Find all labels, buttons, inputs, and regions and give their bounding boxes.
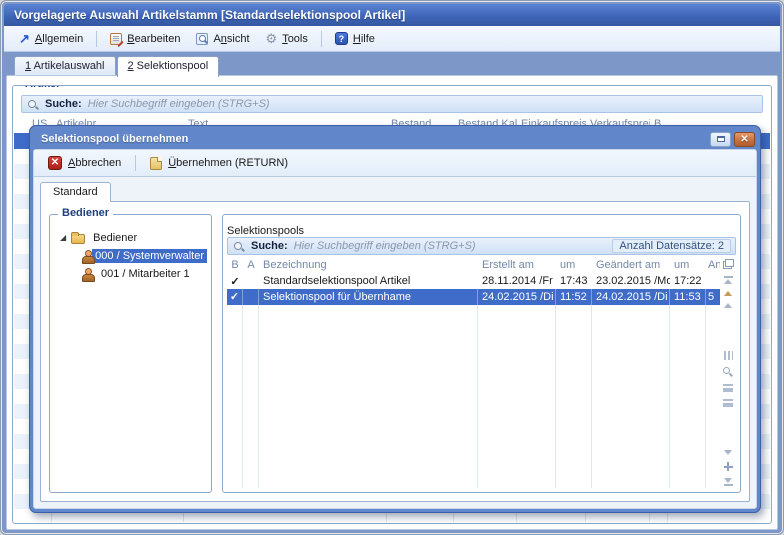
pools-table-header: B A Bezeichnung Erstellt am um Geändert …	[227, 257, 720, 273]
dialog-body: ✕ Abbrechen Übernehmen (RETURN) Standard…	[33, 149, 757, 509]
menu-bearbeiten[interactable]: Bearbeiten	[103, 30, 187, 48]
tree-item-mitarbeiter1[interactable]: 001 / Mitarbeiter 1	[54, 265, 207, 283]
pools-search-bar[interactable]: Suche: Hier Suchbegriff eingeben (STRG+S…	[227, 237, 736, 255]
tree-expander-icon[interactable]: ◢	[60, 234, 66, 242]
close-button[interactable]: ✕	[734, 132, 755, 147]
restore-icon	[717, 136, 725, 142]
tab-selektionspool[interactable]: 2 Selektionspool	[117, 56, 220, 77]
apply-button[interactable]: Übernehmen (RETURN)	[142, 154, 296, 173]
col-um-1[interactable]: um	[556, 259, 592, 271]
cancel-icon: ✕	[48, 156, 62, 170]
menu-tools[interactable]: ⚙ Tools	[259, 30, 315, 48]
artikel-search-bar[interactable]: Suche: Hier Suchbegriff eingeben (STRG+S…	[21, 95, 763, 113]
arrow-ne-icon: ↗	[19, 34, 30, 44]
menu-tools-label: Tools	[282, 33, 308, 45]
table-row-selected[interactable]: ✓ Selektionspool für Übernhame 24.02.201…	[227, 289, 720, 305]
selektionspools-group: Selektionspools Suche: Hier Suchbegriff …	[222, 214, 741, 493]
apply-label: Übernehmen (RETURN)	[168, 157, 288, 169]
pools-search-input[interactable]: Hier Suchbegriff eingeben (STRG+S)	[294, 240, 607, 252]
menu-bearbeiten-label: Bearbeiten	[127, 33, 180, 45]
selektionspool-dialog: Selektionspool übernehmen ✕ ✕ Abbrechen …	[29, 125, 761, 513]
record-count-badge: Anzahl Datensätze: 2	[612, 239, 731, 253]
main-tabstrip: 1 Artikelauswahl 2 Selektionspool	[4, 53, 780, 76]
cancel-label: Abbrechen	[68, 157, 121, 169]
tab-standard[interactable]: Standard	[40, 182, 111, 202]
menu-allgemein[interactable]: ↗ Allgemein	[12, 30, 90, 48]
help-icon: ?	[335, 32, 348, 45]
col-erstellt-am[interactable]: Erstellt am	[478, 259, 556, 271]
menu-ansicht-label: Ansicht	[213, 33, 249, 45]
scroll-up-button[interactable]	[724, 303, 732, 308]
sort-icon[interactable]	[723, 399, 733, 407]
tree-item-systemverwalter[interactable]: 000 / Systemverwalter	[54, 247, 207, 265]
window-title: Vorgelagerte Auswahl Artikelstamm [Stand…	[14, 8, 405, 22]
dialog-title: Selektionspool übernehmen	[41, 133, 707, 145]
apply-icon	[150, 157, 162, 170]
dialog-titlebar[interactable]: Selektionspool übernehmen ✕	[33, 129, 757, 149]
selektionspools-body: Suche: Hier Suchbegriff eingeben (STRG+S…	[227, 237, 736, 488]
col-geaendert-am[interactable]: Geändert am	[592, 259, 670, 271]
list-view-icon[interactable]	[723, 384, 733, 392]
tree-root-bediener[interactable]: ◢ Bediener	[54, 229, 207, 247]
menu-separator	[321, 31, 322, 47]
person-icon	[82, 250, 87, 262]
dialog-toolbar: ✕ Abbrechen Übernehmen (RETURN)	[34, 150, 756, 177]
person-icon	[82, 268, 93, 280]
menu-bar: ↗ Allgemein Bearbeiten Ansicht ⚙ Tools ?…	[4, 26, 780, 52]
view-magnifier-icon	[196, 33, 208, 45]
col-um-2[interactable]: um	[670, 259, 706, 271]
folder-icon	[71, 234, 85, 244]
tab-artikelauswahl[interactable]: 1 Artikelauswahl	[14, 56, 116, 76]
col-an[interactable]: An	[706, 259, 720, 271]
menu-allgemein-label: Allgemein	[35, 33, 83, 45]
col-a[interactable]: A	[243, 259, 259, 271]
artikel-search-input[interactable]: Hier Suchbegriff eingeben (STRG+S)	[88, 98, 756, 110]
col-bezeichnung[interactable]: Bezeichnung	[259, 259, 478, 271]
pools-table: B A Bezeichnung Erstellt am um Geändert …	[227, 257, 720, 488]
main-window: Vorgelagerte Auswahl Artikelstamm [Stand…	[0, 0, 784, 535]
selektionspools-group-label: Selektionspools	[227, 225, 736, 237]
search-icon	[28, 99, 39, 110]
pools-search-label: Suche:	[251, 240, 288, 252]
cancel-button[interactable]: ✕ Abbrechen	[40, 153, 129, 173]
pools-table-empty-area[interactable]	[227, 305, 720, 488]
bediener-group: Bediener ◢ Bediener 000 / Systemverwalte…	[49, 214, 212, 493]
menu-ansicht[interactable]: Ansicht	[189, 30, 256, 48]
window-titlebar: Vorgelagerte Auswahl Artikelstamm [Stand…	[4, 4, 780, 26]
edit-note-icon	[110, 33, 122, 45]
new-record-button[interactable]	[724, 462, 733, 471]
menu-hilfe[interactable]: ? Hilfe	[328, 29, 382, 48]
table-row[interactable]: ✓ Standardselektionspool Artikel 28.11.2…	[227, 273, 720, 289]
dialog-content: Bediener ◢ Bediener 000 / Systemverwalte…	[40, 201, 750, 502]
record-nav-strip	[720, 257, 736, 488]
first-record-button[interactable]	[724, 276, 733, 284]
search-record-icon[interactable]	[723, 367, 733, 377]
column-chooser-icon[interactable]	[723, 259, 734, 269]
previous-record-button[interactable]	[724, 291, 732, 296]
menu-hilfe-label: Hilfe	[353, 33, 375, 45]
bediener-group-label: Bediener	[58, 207, 113, 219]
last-record-button[interactable]	[724, 478, 733, 486]
checked-icon: ✓	[227, 275, 243, 288]
restore-button[interactable]	[710, 132, 731, 147]
search-icon	[234, 241, 245, 252]
grip-icon[interactable]	[724, 351, 733, 360]
toolbar-separator	[135, 155, 136, 171]
menu-separator	[96, 31, 97, 47]
col-b[interactable]: B	[227, 259, 243, 271]
search-label: Suche:	[45, 98, 82, 110]
gear-icon: ⚙	[266, 33, 278, 45]
dialog-tabstrip: Standard	[34, 177, 756, 201]
next-record-button[interactable]	[724, 450, 732, 455]
checked-icon: ✓	[227, 289, 243, 305]
artikel-group-label: Artikel	[21, 85, 63, 90]
